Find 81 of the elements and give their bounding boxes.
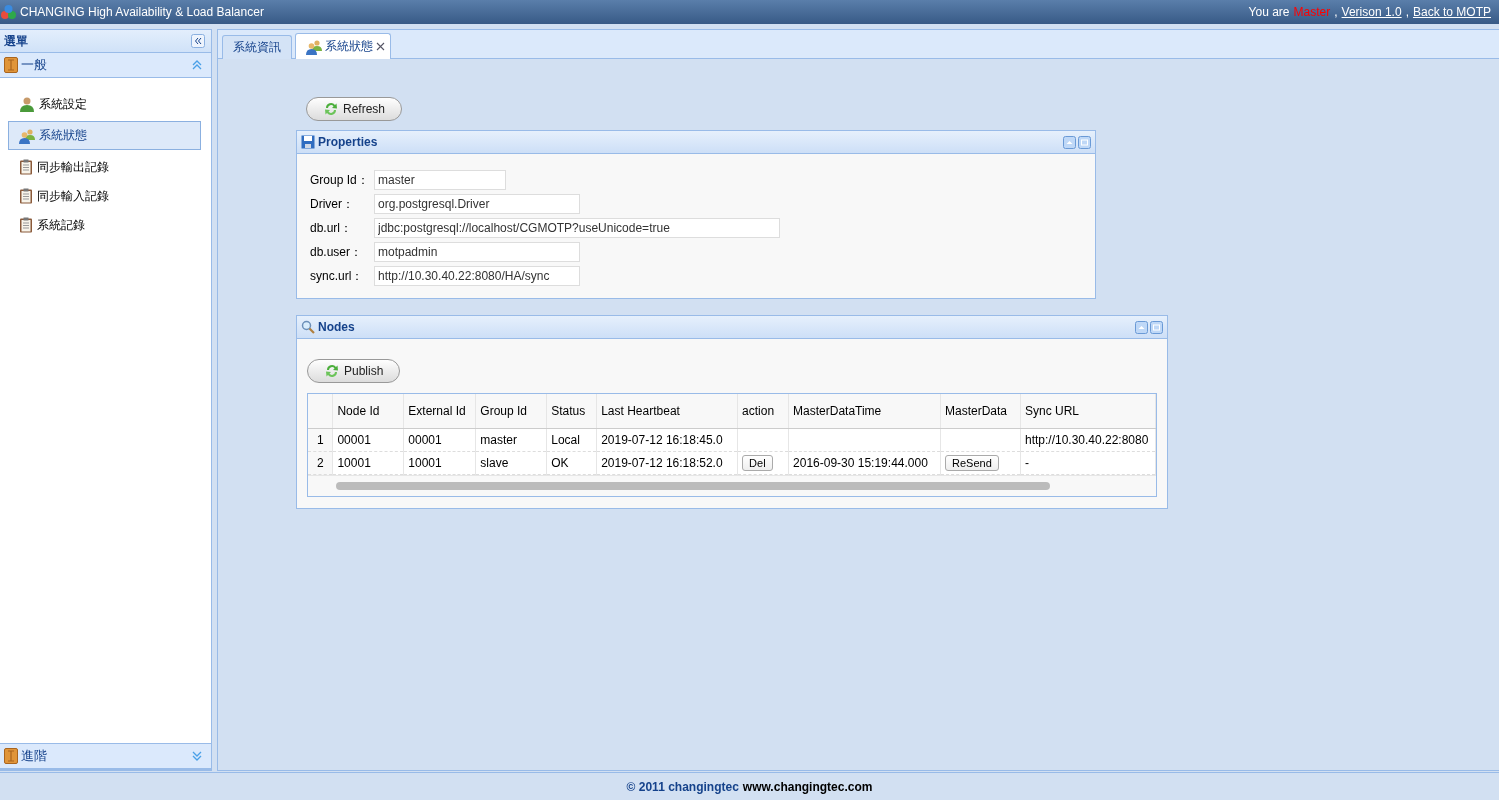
column-header: Node Id <box>332 394 404 429</box>
collapse-icon[interactable] <box>1135 320 1148 334</box>
table-cell: slave <box>475 451 547 475</box>
column-header: External Id <box>403 394 476 429</box>
table-cell: 2019-07-12 16:18:45.0 <box>596 428 738 452</box>
copyright-text: © 2011 changingtec <box>626 779 739 794</box>
column-header: action <box>737 394 789 429</box>
table-cell: 10001 <box>403 451 476 475</box>
menu-item[interactable]: 同步輸出記錄 <box>8 155 201 179</box>
table-cell: 10001 <box>332 451 404 475</box>
menu-item[interactable]: 系統狀態 <box>8 121 201 150</box>
minimize-icon[interactable] <box>1078 135 1091 149</box>
scrollbar[interactable] <box>336 482 1050 490</box>
refresh-icon <box>323 101 339 117</box>
row-number: 2 <box>308 451 333 475</box>
column-header: MasterData <box>940 394 1021 429</box>
menu-item[interactable]: 系統記錄 <box>8 213 201 237</box>
sidebar-section[interactable]: 一般 <box>0 53 211 78</box>
chevron-down-icon[interactable] <box>191 750 203 762</box>
table-cell: 2019-07-12 16:18:52.0 <box>596 451 738 475</box>
field-label: db.user： <box>310 243 364 261</box>
input-field[interactable]: master <box>374 170 506 190</box>
field-label: db.url： <box>310 219 354 237</box>
table-cell: http://10.30.40.22:8080 <box>1020 428 1156 452</box>
app-title: CHANGING High Availability & Load Balancer <box>20 5 264 19</box>
users-icon <box>306 38 322 55</box>
user-icon <box>19 96 35 112</box>
input-field[interactable]: org.postgresql.Driver <box>374 194 580 214</box>
panel-title: Properties <box>318 135 378 149</box>
header-link[interactable]: Verison 1.0 <box>1341 5 1402 19</box>
column-header: Status <box>546 394 597 429</box>
panel-title: Nodes <box>318 320 355 334</box>
refresh-icon <box>324 363 340 379</box>
header-text: , <box>1405 5 1409 19</box>
menu-item[interactable]: 同步輸入記錄 <box>8 184 201 208</box>
cubes-logo <box>0 3 17 21</box>
column-header: Last Heartbeat <box>596 394 738 429</box>
table-cell: 2016-09-30 15:19:44.000 <box>788 451 941 475</box>
sidebar-title: 選單 <box>4 32 28 50</box>
column-header: MasterDataTime <box>788 394 941 429</box>
column-header: Group Id <box>475 394 547 429</box>
field-label: sync.url： <box>310 267 365 285</box>
role-label: Master <box>1293 5 1331 19</box>
chevron-up-icon[interactable] <box>191 59 203 71</box>
users-icon <box>19 127 35 144</box>
input-field[interactable]: jdbc:postgresql://localhost/CGMOTP?useUnicode=true <box>374 218 780 238</box>
sidebar-section[interactable]: 進階 <box>0 743 211 770</box>
tab[interactable]: 系統狀態 <box>295 33 391 59</box>
publish-button[interactable]: Publish <box>307 359 401 383</box>
header-link[interactable]: Back to MOTP <box>1412 5 1491 19</box>
book-icon <box>4 748 18 764</box>
input-field[interactable]: motpadmin <box>374 242 580 262</box>
table-cell: OK <box>546 451 597 475</box>
clipboard-icon <box>19 188 33 204</box>
table-cell: 00001 <box>332 428 404 452</box>
save-icon <box>301 135 315 149</box>
table-cell: master <box>475 428 547 452</box>
collapse-icon[interactable] <box>1063 135 1076 149</box>
close-icon[interactable] <box>376 42 385 51</box>
input-field[interactable]: http://10.30.40.22:8080/HA/sync <box>374 266 580 286</box>
refresh-button[interactable]: Refresh <box>306 97 403 121</box>
row-button[interactable]: ReSend <box>945 455 999 471</box>
row-number: 1 <box>308 428 333 452</box>
field-label: Group Id： <box>310 171 370 189</box>
minimize-icon[interactable] <box>1150 320 1163 334</box>
clipboard-icon <box>19 217 33 233</box>
collapse-sidebar-icon[interactable] <box>191 34 205 48</box>
search-icon <box>301 320 315 334</box>
website-text: www.changingtec.com <box>742 779 873 794</box>
header-text: You are <box>1248 5 1290 19</box>
menu-item[interactable]: 系統設定 <box>8 92 201 116</box>
row-button[interactable]: Del <box>742 455 773 471</box>
table-cell: Local <box>546 428 597 452</box>
tab[interactable]: 系統資訊 <box>222 35 292 59</box>
table-cell: - <box>1020 451 1156 475</box>
field-label: Driver： <box>310 195 355 213</box>
clipboard-icon <box>19 159 33 175</box>
table-cell: 00001 <box>403 428 476 452</box>
book-icon <box>4 57 18 73</box>
header-text: , <box>1334 5 1338 19</box>
column-header: Sync URL <box>1020 394 1156 429</box>
